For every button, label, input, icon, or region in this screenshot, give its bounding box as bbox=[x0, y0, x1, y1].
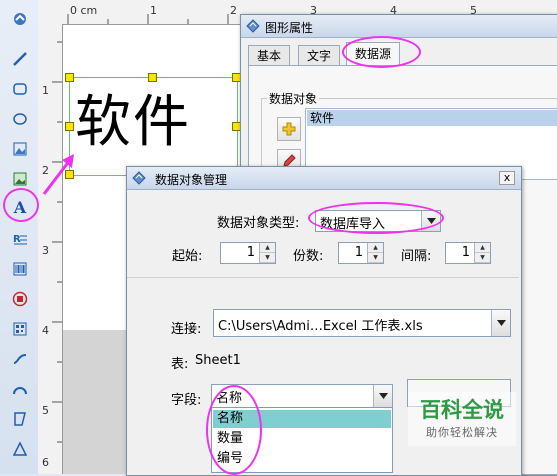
resize-handle[interactable] bbox=[65, 73, 74, 82]
dom-titlebar[interactable]: 数据对象管理 x bbox=[127, 167, 521, 190]
table-label: 表: bbox=[171, 357, 189, 372]
add-data-object-button[interactable] bbox=[277, 117, 301, 141]
app-icon bbox=[132, 171, 146, 185]
table-value: Sheet1 bbox=[195, 353, 241, 368]
connection-select[interactable]: C:\Users\Admi…Excel 工作表.xls bbox=[213, 309, 511, 337]
connection-label: 连接: bbox=[171, 322, 202, 337]
svg-text:R: R bbox=[13, 234, 21, 245]
resize-handle[interactable] bbox=[65, 122, 74, 131]
props-title: 图形属性 bbox=[265, 21, 314, 35]
text-tool-glyph: A bbox=[13, 198, 27, 217]
field-dropdown-list[interactable]: 名称 数量 编号 bbox=[211, 407, 393, 473]
list-item[interactable]: 软件 bbox=[307, 110, 557, 126]
spin-up-icon[interactable]: ▲ bbox=[260, 243, 275, 253]
start-stepper[interactable]: 1 ▲ ▼ bbox=[220, 242, 276, 264]
object-type-value: 数据库导入 bbox=[320, 217, 386, 232]
resize-handle[interactable] bbox=[148, 73, 157, 82]
image2-icon[interactable] bbox=[9, 168, 31, 190]
object-type-select[interactable]: 数据库导入 bbox=[315, 210, 441, 232]
label-text-object[interactable]: 软件 bbox=[75, 78, 191, 168]
ruler-corner bbox=[38, 0, 63, 25]
interval-stepper[interactable]: 1 ▲ ▼ bbox=[445, 242, 491, 264]
ellipse-icon[interactable] bbox=[9, 108, 31, 130]
copies-label: 份数: bbox=[293, 249, 324, 264]
barcode-icon[interactable] bbox=[9, 258, 31, 280]
field-option-quantity[interactable]: 数量 bbox=[213, 430, 391, 448]
spin-down-icon[interactable]: ▼ bbox=[260, 253, 275, 263]
chevron-down-icon[interactable] bbox=[491, 310, 510, 336]
ruler-mark: 1 bbox=[42, 84, 49, 97]
image-icon[interactable] bbox=[9, 138, 31, 160]
object-type-label: 数据对象类型: bbox=[217, 216, 300, 231]
ruler-mark: 5 bbox=[42, 404, 49, 417]
ruler-mark: 2 bbox=[42, 164, 49, 177]
resize-handle[interactable] bbox=[65, 170, 74, 179]
data-objects-label: 数据对象 bbox=[267, 90, 320, 107]
watermark-subtitle: 助你轻松解决 bbox=[426, 426, 498, 439]
ruler-mark: 3 bbox=[42, 244, 49, 257]
tools-toolbar: A R bbox=[0, 0, 39, 474]
dom-title: 数据对象管理 bbox=[155, 173, 228, 187]
ruler-mark: 4 bbox=[42, 324, 49, 337]
start-value: 1 bbox=[246, 245, 255, 260]
watermark: 百科全说 助你轻松解决 bbox=[408, 392, 516, 446]
field-label: 字段: bbox=[171, 393, 202, 408]
chevron-down-icon[interactable] bbox=[421, 211, 440, 231]
arc-icon[interactable] bbox=[9, 378, 31, 400]
plus-icon bbox=[282, 122, 296, 136]
spin-up-icon[interactable]: ▲ bbox=[475, 243, 490, 253]
copies-stepper[interactable]: 1 ▲ ▼ bbox=[338, 242, 384, 264]
select-icon[interactable] bbox=[9, 8, 31, 30]
spin-up-icon[interactable]: ▲ bbox=[368, 243, 383, 253]
spin-down-icon[interactable]: ▼ bbox=[475, 253, 490, 263]
tab-datasource[interactable]: 数据源 bbox=[346, 42, 401, 67]
separator bbox=[127, 277, 519, 278]
ruler-mark: 1 bbox=[150, 4, 157, 17]
rich-text-icon[interactable]: R bbox=[9, 228, 31, 250]
triangle-icon[interactable] bbox=[9, 438, 31, 460]
ruler-mark: 6 bbox=[42, 456, 49, 469]
field-option-name[interactable]: 名称 bbox=[213, 410, 391, 428]
field-value: 名称 bbox=[216, 391, 243, 406]
field-option-number[interactable]: 编号 bbox=[213, 450, 391, 468]
text-icon[interactable]: A bbox=[9, 197, 31, 219]
rounded-rect-icon[interactable] bbox=[9, 78, 31, 100]
ruler-unit-label: 0 cm bbox=[70, 4, 98, 17]
polygon-icon[interactable] bbox=[9, 408, 31, 430]
props-titlebar[interactable]: 图形属性 bbox=[241, 15, 557, 38]
tab-text[interactable]: 文字 bbox=[298, 45, 341, 66]
vertical-ruler: 1 2 3 4 5 6 bbox=[38, 24, 63, 474]
copies-value: 1 bbox=[354, 245, 363, 260]
watermark-title: 百科全说 bbox=[420, 398, 504, 422]
tab-basic[interactable]: 基本 bbox=[248, 45, 291, 66]
connection-value: C:\Users\Admi…Excel 工作表.xls bbox=[218, 319, 423, 334]
qrcode-icon[interactable] bbox=[9, 288, 31, 310]
qrcode2-icon[interactable] bbox=[9, 318, 31, 340]
field-select[interactable]: 名称 bbox=[211, 384, 393, 408]
start-label: 起始: bbox=[172, 249, 203, 264]
close-button[interactable]: x bbox=[499, 171, 515, 185]
curve-icon[interactable] bbox=[9, 348, 31, 370]
ruler-mark: 2 bbox=[230, 4, 237, 17]
app-icon bbox=[246, 19, 260, 33]
line-icon[interactable] bbox=[9, 48, 31, 70]
spin-down-icon[interactable]: ▼ bbox=[368, 253, 383, 263]
chevron-down-icon[interactable] bbox=[373, 385, 392, 407]
interval-value: 1 bbox=[461, 245, 470, 260]
interval-label: 间隔: bbox=[401, 249, 432, 264]
